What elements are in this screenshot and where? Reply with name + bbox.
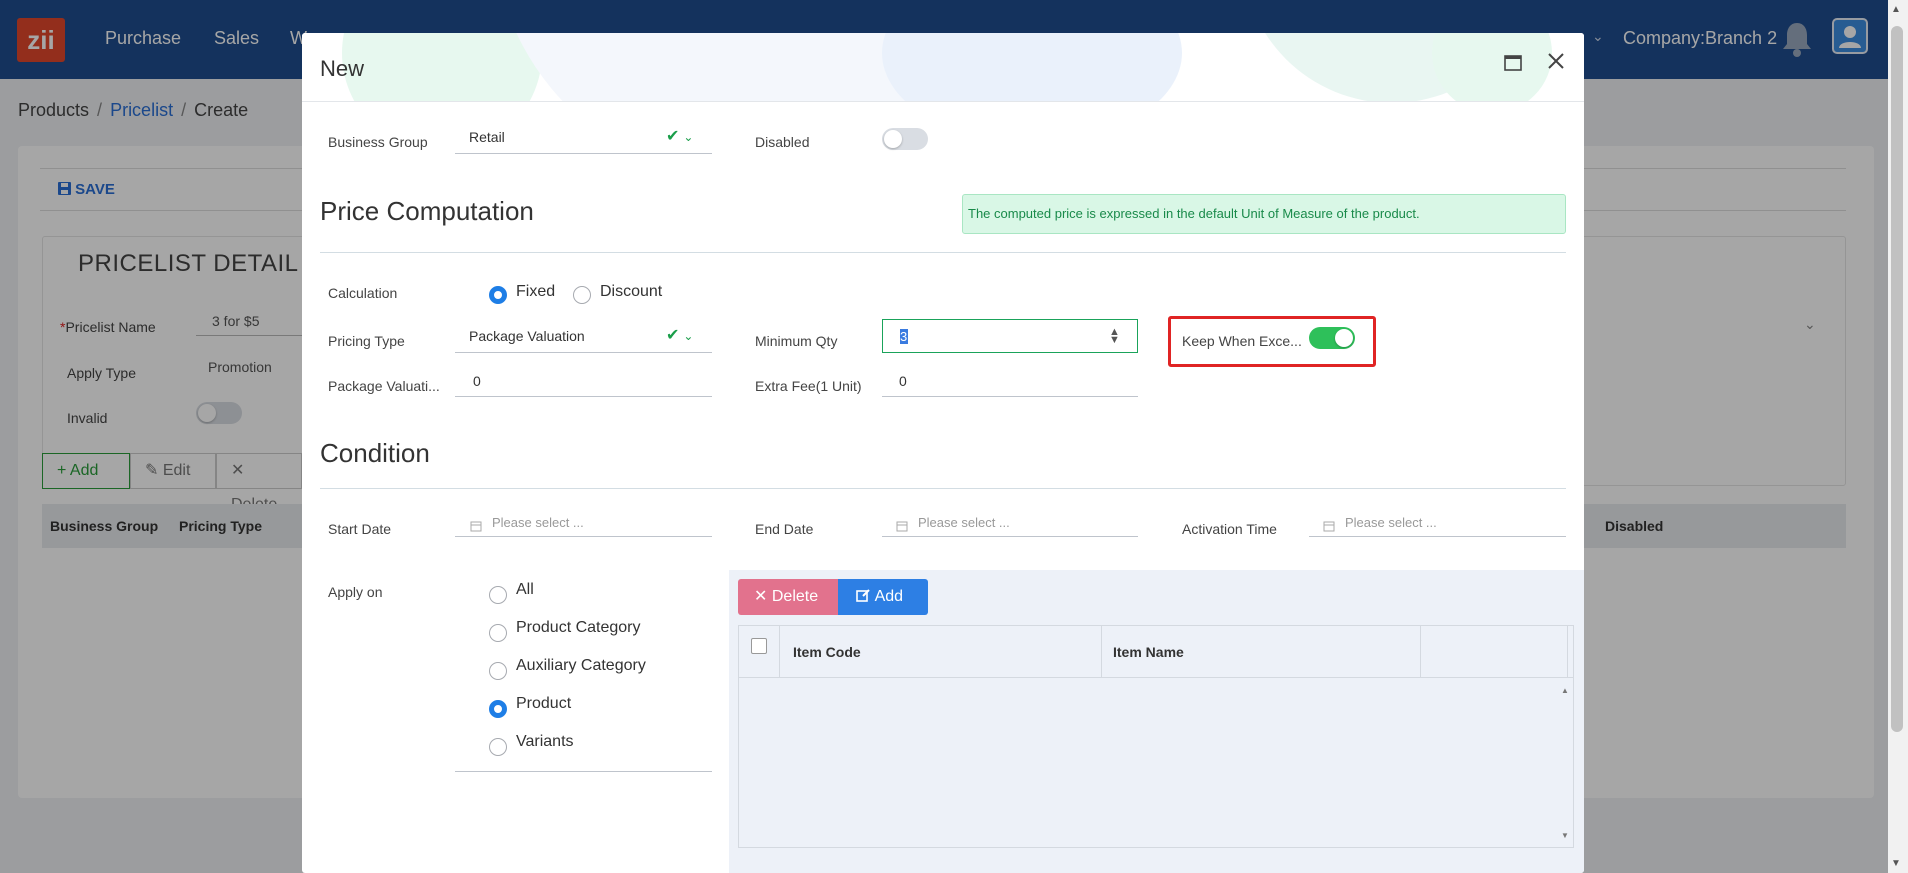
grid-scroll-down-icon[interactable]: ▼ [1561,831,1569,840]
input-underline [455,153,712,154]
valid-check-icon: ✔ ⌄ [666,128,694,145]
package-valuation-label: Package Valuati... [328,378,440,394]
radio-variants[interactable] [489,738,507,756]
keep-when-toggle[interactable] [1309,327,1355,349]
end-date-input[interactable]: Please select ... [918,515,1010,530]
modal-header: New [302,33,1584,102]
input-underline [455,536,712,537]
condition-title: Condition [320,438,430,468]
column-item-code: Item Code [793,644,861,660]
keep-when-label: Keep When Exce... [1182,333,1302,349]
scroll-up-icon[interactable]: ▲ [1891,4,1901,15]
start-date-label: Start Date [328,521,392,537]
extra-fee-label: Extra Fee(1 Unit) [755,378,862,394]
scrollbar-thumb[interactable] [1891,26,1903,732]
select-all-checkbox[interactable] [751,638,767,654]
input-underline [455,352,712,353]
radio-all-label[interactable]: All [516,581,534,599]
business-group-label: Business Group [328,134,428,150]
minimum-qty-label: Minimum Qty [755,333,838,349]
grid-scroll-up-icon[interactable]: ▲ [1561,686,1569,695]
input-underline [455,771,712,772]
items-grid-header: Item Code Item Name [739,626,1573,678]
column-item-name: Item Name [1113,644,1184,660]
radio-product-category[interactable] [489,624,507,642]
items-grid: Item Code Item Name ▲ ▼ [738,625,1574,848]
radio-auxiliary-category-label[interactable]: Auxiliary Category [516,657,646,675]
radio-product[interactable] [489,700,507,718]
edit-icon [856,589,870,602]
input-underline [882,536,1138,537]
disabled-toggle[interactable] [882,128,928,150]
input-underline [882,396,1138,397]
stepper-icon[interactable]: ▲ ▼ [1109,327,1120,346]
section-divider [320,252,1566,253]
radio-product-category-label[interactable]: Product Category [516,619,641,637]
business-group-select[interactable]: Retail [469,129,505,145]
calendar-icon [896,521,908,532]
start-date-input[interactable]: Please select ... [492,515,584,530]
activation-time-input[interactable]: Please select ... [1345,515,1437,530]
pricing-type-label: Pricing Type [328,333,405,349]
radio-discount[interactable] [573,286,591,304]
radio-discount-label[interactable]: Discount [600,283,662,301]
disabled-label: Disabled [755,134,810,150]
radio-variants-label[interactable]: Variants [516,733,574,751]
new-pricelist-modal: New Business Group Retail ✔ ⌄ Disabled Pr… [302,33,1584,873]
radio-auxiliary-category[interactable] [489,662,507,680]
extra-fee-input[interactable]: 0 [899,373,907,389]
section-divider [320,488,1566,489]
minimum-qty-input[interactable]: 3 ▲ ▼ [882,319,1138,353]
calculation-label: Calculation [328,285,398,301]
add-item-button[interactable]: Add [838,579,928,615]
minimum-qty-value: 3 [900,329,908,344]
apply-on-label: Apply on [328,584,383,600]
radio-fixed-label[interactable]: Fixed [516,283,555,301]
calendar-icon [470,521,482,532]
price-computation-title: Price Computation [320,196,534,226]
activation-time-label: Activation Time [1182,521,1277,537]
input-underline [1309,536,1566,537]
maximize-icon[interactable] [1503,53,1523,73]
calendar-icon [1323,521,1335,532]
end-date-label: End Date [755,521,814,537]
info-alert: The computed price is expressed in the d… [962,194,1566,234]
modal-title: New [320,56,365,81]
input-underline [455,396,712,397]
pricing-type-select[interactable]: Package Valuation [469,328,585,344]
delete-item-button[interactable]: ✕ Delete [738,579,838,615]
valid-check-icon: ✔ ⌄ [666,327,694,344]
scroll-down-icon[interactable]: ▼ [1891,858,1901,869]
radio-product-label[interactable]: Product [516,695,571,713]
close-icon[interactable] [1544,49,1568,73]
package-valuation-input[interactable]: 0 [473,373,481,389]
radio-all[interactable] [489,586,507,604]
radio-fixed[interactable] [489,286,507,304]
